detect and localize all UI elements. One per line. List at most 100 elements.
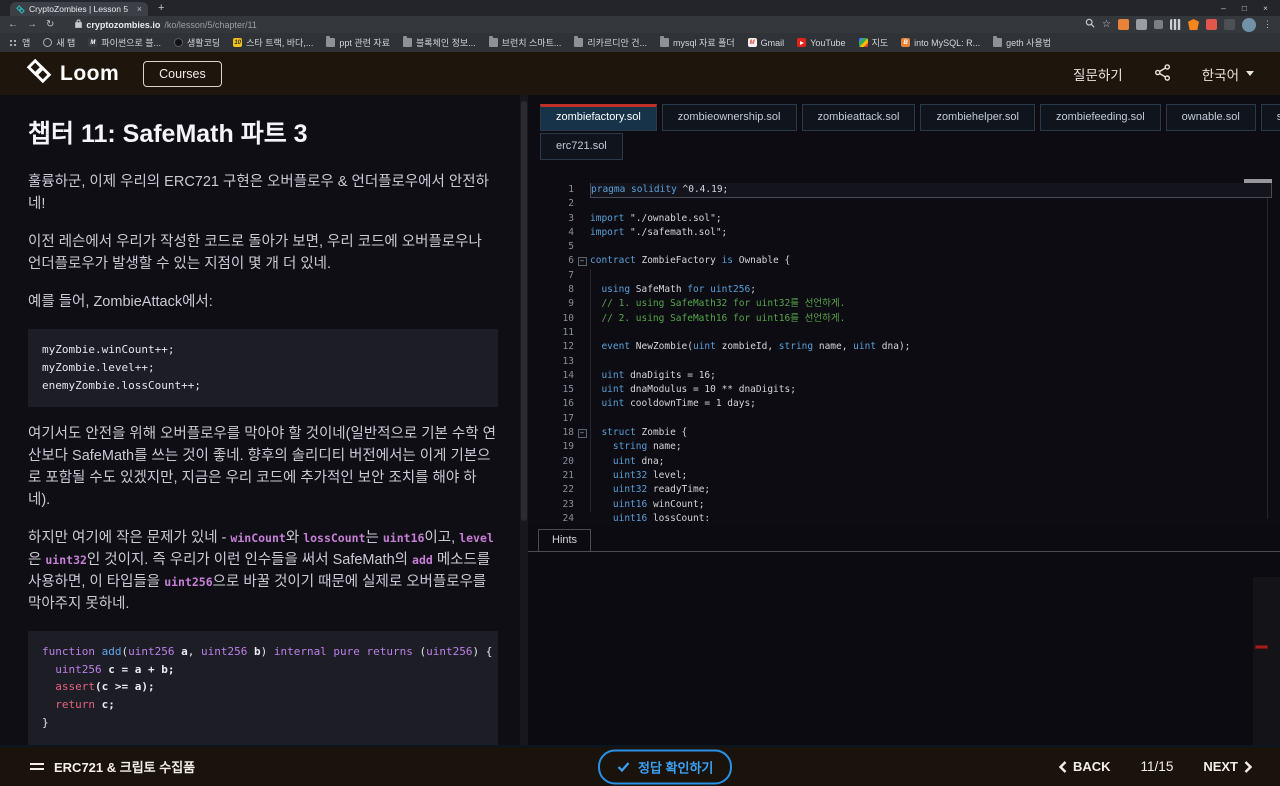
browser-menu-icon[interactable]: ⋮ <box>1263 19 1272 30</box>
editor-tab-zombiehelper[interactable]: zombiehelper.sol <box>920 104 1035 131</box>
bookmark-item[interactable]: mysql 자료 폴더 <box>660 36 735 49</box>
bookmark-item[interactable]: geth 사용법 <box>993 36 1051 49</box>
bookmark-item[interactable]: 블록체인 정보... <box>402 36 476 49</box>
forward-icon[interactable]: → <box>27 19 37 30</box>
bookmark-label: 앱 <box>22 38 31 48</box>
editor-tab-safemath[interactable]: safemath.sol <box>1260 104 1280 131</box>
loom-logo-icon <box>26 58 52 89</box>
course-title[interactable]: ERC721 & 크립토 수집품 <box>54 757 195 776</box>
code-text: // 1. using SafeMath32 for uint32를 선언하게. <box>590 297 1272 311</box>
extension-icon[interactable] <box>1136 19 1147 30</box>
bookmark-item[interactable]: ppt 관련 자료 <box>326 36 390 49</box>
fold-toggle-icon[interactable]: − <box>577 428 587 438</box>
code-token: uint <box>601 384 625 396</box>
window-controls: – □ × <box>1221 3 1280 13</box>
extension-icon[interactable] <box>1206 19 1217 30</box>
bookmark-item[interactable]: 10 스타 트랙, 바다,... <box>233 36 313 49</box>
extension-icon[interactable] <box>1224 19 1235 30</box>
check-answer-button[interactable]: 정답 확인하기 <box>598 749 733 784</box>
editor-tab-zombiefactory[interactable]: zombiefactory.sol <box>540 104 657 131</box>
next-button[interactable]: NEXT <box>1203 759 1252 774</box>
code-token: name; <box>647 441 682 453</box>
editor-tab-zombieattack[interactable]: zombieattack.sol <box>801 104 916 131</box>
editor-tab-erc721[interactable]: erc721.sol <box>540 133 623 160</box>
code-line: 4 import "./safemath.sol"; <box>528 226 1280 240</box>
editor-tab-ownable[interactable]: ownable.sol <box>1165 104 1256 131</box>
inline-code: lossCount <box>303 530 366 545</box>
globe-icon <box>43 38 53 47</box>
line-number: 11 <box>562 326 574 338</box>
back-button[interactable]: BACK <box>1058 759 1111 774</box>
inline-code: uint32 <box>45 552 87 567</box>
code-editor[interactable]: 1 pragma solidity ^0.4.19; 2 3 import "./own… <box>528 183 1280 521</box>
bookmark-item[interactable]: YouTube <box>797 38 846 48</box>
courses-button[interactable]: Courses <box>143 60 222 87</box>
metamask-icon[interactable] <box>1188 19 1199 30</box>
editor-tab-zombiefeeding[interactable]: zombiefeeding.sol <box>1040 104 1161 131</box>
bookmark-item[interactable]: Binto MySQL: R... <box>901 38 980 48</box>
code-token: "./safemath.sol"; <box>624 226 728 238</box>
code-token: struct <box>601 427 636 439</box>
bookmark-item[interactable]: 생활코딩 <box>174 36 220 49</box>
code-token: enemyZombie.lossCount++; <box>42 378 201 392</box>
bookmark-label: into MySQL: R... <box>914 37 981 48</box>
code-token: function <box>42 644 102 658</box>
window-minimize-button[interactable]: – <box>1221 3 1226 13</box>
bookmark-item[interactable]: 앱 <box>9 36 30 49</box>
code-token: ; <box>750 284 756 296</box>
code-line: 20 uint dna; <box>528 455 1280 469</box>
lesson-scrollbar[interactable] <box>520 95 528 745</box>
code-block-line: return c; <box>42 696 484 714</box>
bookmark-item[interactable]: M Gmail <box>747 38 784 48</box>
line-number: 16 <box>562 398 574 410</box>
bookmark-label: 스타 트랙, 바다,... <box>246 38 314 48</box>
language-label: 한국어 <box>1201 67 1239 83</box>
browser-tab[interactable]: CryptoZombies | Lesson 5 × <box>10 2 148 16</box>
bookmark-item[interactable]: 브런치 스마트... <box>488 36 561 49</box>
language-selector[interactable]: 한국어 <box>1202 64 1254 84</box>
address-bar[interactable]: cryptozombies.io/ko/lesson/5/chapter/11 <box>75 18 257 31</box>
code-token: assert <box>55 680 95 694</box>
bookmark-star-icon[interactable]: ☆ <box>1102 19 1111 30</box>
bookmark-item[interactable]: M 파이썬으로 블... <box>88 36 161 49</box>
profile-avatar[interactable] <box>1242 17 1256 32</box>
bookmark-item[interactable]: 지도 <box>858 36 888 49</box>
back-icon[interactable]: ← <box>8 19 18 30</box>
code-token: (c >= a); <box>95 680 155 694</box>
extension-icon[interactable] <box>1154 20 1163 29</box>
course-menu-icon[interactable] <box>30 763 44 770</box>
zoom-icon[interactable] <box>1085 18 1095 31</box>
bookmark-label: ppt 관련 자료 <box>339 38 390 48</box>
extension-icon[interactable] <box>1118 19 1129 30</box>
scrollbar-thumb[interactable] <box>521 101 527 521</box>
window-close-button[interactable]: × <box>1263 3 1268 13</box>
editor-tab-zombieownership[interactable]: zombieownership.sol <box>661 104 797 131</box>
code-line: 22 uint32 readyTime; <box>528 483 1280 497</box>
code-token: ZombieFactory <box>635 255 722 267</box>
new-tab-button[interactable]: + <box>158 1 164 15</box>
window-maximize-button[interactable]: □ <box>1242 3 1247 13</box>
code-block-line: uint256 c = a + b; <box>42 661 484 679</box>
reload-icon[interactable]: ↻ <box>46 19 54 30</box>
loom-logo-text[interactable]: Loom <box>60 62 119 86</box>
bookmark-item[interactable]: 리카르디안 건... <box>574 36 647 49</box>
share-icon[interactable] <box>1153 63 1172 85</box>
code-text: uint cooldownTime = 1 days; <box>590 397 1272 411</box>
ask-question-link[interactable]: 질문하기 <box>1073 64 1123 84</box>
fold-toggle-icon[interactable]: − <box>577 257 587 267</box>
gmail-icon: M <box>747 38 757 47</box>
tab-close-icon[interactable]: × <box>137 4 142 14</box>
code-token: cooldownTime = 1 days; <box>624 398 756 410</box>
code-token: uint <box>601 369 625 381</box>
line-number: 4 <box>568 226 574 238</box>
code-line: 18− struct Zombie { <box>528 426 1280 440</box>
tab-hints[interactable]: Hints <box>538 529 592 551</box>
extension-icon[interactable] <box>1170 19 1181 30</box>
code-token: NewZombie( <box>630 341 693 353</box>
bookmark-item[interactable]: 새 탭 <box>43 36 75 49</box>
code-block-line: assert(c >= a); <box>42 678 484 696</box>
